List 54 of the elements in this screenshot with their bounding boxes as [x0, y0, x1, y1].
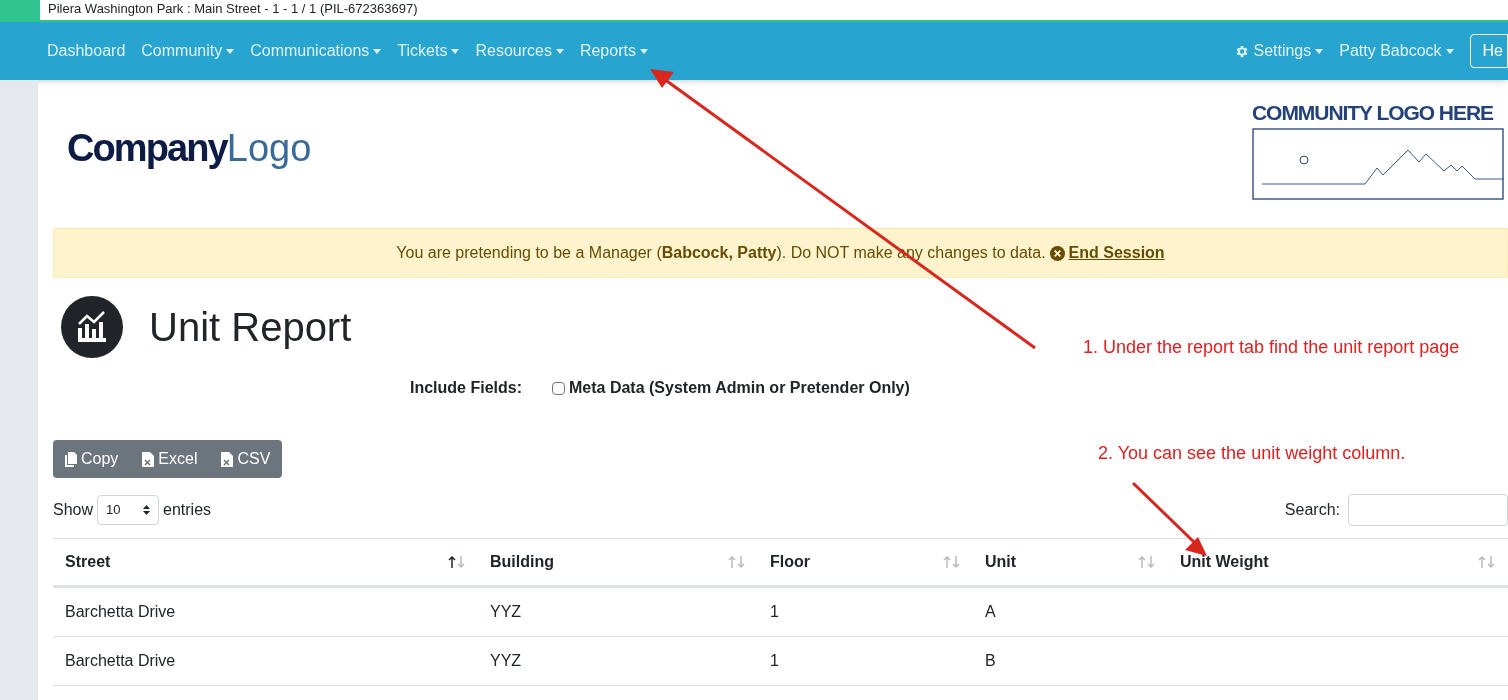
checkbox-label: Meta Data (System Admin or Pretender Only) [569, 378, 910, 398]
gear-icon [1234, 43, 1250, 59]
entries-select[interactable]: 10 [97, 495, 160, 525]
caret-icon [639, 48, 648, 54]
help-button[interactable]: He [1469, 34, 1508, 68]
entries-label: entries [163, 500, 212, 520]
nav-link[interactable]: Community [141, 39, 235, 63]
table-cell-text: Barchetta Drive [65, 602, 176, 622]
tab-title: Pilera Washington Park : Main Street - 1 - 1 / 1 (PIL-672363697) [40, 0, 1508, 22]
nav-link[interactable]: Patty Babcock [1339, 39, 1454, 63]
excel-file-icon [142, 451, 155, 467]
community-logo: COMMUNITY LOGO HERE [1252, 102, 1508, 200]
column-header[interactable]: Street [53, 539, 478, 585]
nav-link[interactable]: Communications [250, 39, 382, 63]
include-fields-label: Include Fields: [410, 378, 522, 398]
search-label: Search: [1284, 500, 1340, 520]
export-button[interactable]: Copy [53, 440, 131, 478]
nav-link[interactable]: Resources [475, 39, 564, 63]
export-button[interactable]: Excel [130, 440, 210, 478]
table-cell-text: B [985, 651, 996, 671]
table-cell-text: YYZ [490, 602, 522, 622]
table-cell-text: YYZ [490, 651, 522, 671]
annotation-text: 2. You can see the unit weight column. [1098, 442, 1406, 465]
end-session-link[interactable]: End Session [1049, 241, 1165, 265]
close-icon [1049, 245, 1065, 261]
show-label: Show [53, 500, 94, 520]
checkbox[interactable] [552, 381, 565, 395]
table-cell-text: 1 [770, 602, 779, 622]
caret-icon [555, 48, 564, 54]
caret-icon [373, 48, 382, 54]
annotation-text: 1. Under the report tab find the unit report page [1083, 336, 1460, 359]
caret-icon [1445, 48, 1454, 54]
column-header[interactable]: Floor [758, 539, 973, 585]
sort-icon [143, 505, 151, 515]
table-cell-text: Barchetta Drive [65, 651, 176, 671]
column-header[interactable]: Unit [973, 539, 1168, 585]
copy-icon [65, 451, 77, 467]
chart-icon [61, 296, 123, 358]
excel-file-icon [221, 451, 234, 467]
company-logo: CompanyLogo [67, 126, 312, 171]
table-cell-text: 1 [770, 651, 779, 671]
export-button[interactable]: CSV [209, 440, 283, 478]
nav-link[interactable]: Settings [1234, 39, 1324, 63]
column-header[interactable]: Unit Weight [1168, 539, 1508, 585]
nav-link[interactable]: Tickets [397, 39, 460, 63]
nav-link[interactable]: Reports [579, 39, 648, 63]
caret-icon [226, 48, 235, 54]
nav-link[interactable]: Dashboard [47, 39, 126, 63]
caret-icon [1315, 48, 1324, 54]
page-title: Unit Report [149, 304, 352, 351]
caret-icon [451, 48, 460, 54]
search-field[interactable] [1348, 494, 1508, 526]
column-header[interactable]: Building [478, 539, 758, 585]
table-cell-text: A [985, 602, 996, 622]
